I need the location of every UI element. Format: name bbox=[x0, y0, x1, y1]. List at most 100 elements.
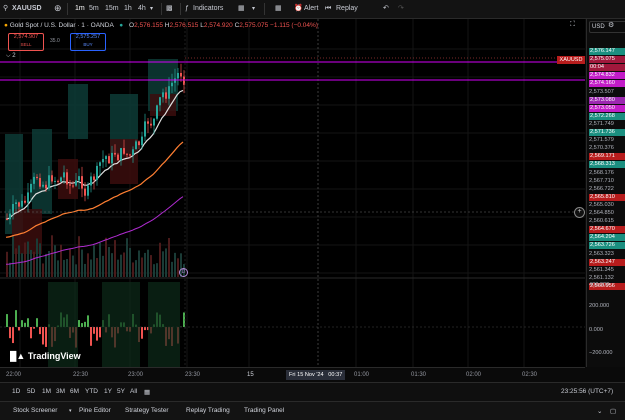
shaded-zone bbox=[68, 84, 88, 139]
indicators-button[interactable]: Indicators bbox=[193, 4, 223, 14]
time-label: 22:00 bbox=[6, 372, 21, 378]
price-label: 2,575.075 bbox=[589, 56, 625, 63]
range-5y[interactable]: 5Y bbox=[117, 388, 125, 395]
alert-button[interactable]: Alert bbox=[304, 4, 318, 14]
volume-bar bbox=[132, 262, 134, 277]
candle-body bbox=[9, 214, 11, 220]
alarm-icon[interactable]: ⏰ bbox=[294, 4, 303, 14]
tab-replay-trading[interactable]: Replay Trading bbox=[186, 407, 230, 414]
clock[interactable]: 23:25:56 (UTC+7) bbox=[561, 388, 613, 395]
sell-button[interactable]: 2,574.907 SELL bbox=[8, 33, 44, 51]
oscillator-bar bbox=[141, 327, 143, 339]
maximize-icon[interactable]: ▢ bbox=[610, 407, 616, 415]
candle-body bbox=[156, 105, 158, 118]
legend-change: −1.115 (−0.04%) bbox=[270, 22, 318, 29]
settings-icon[interactable]: ⚙ bbox=[608, 21, 614, 29]
candle-body bbox=[111, 153, 113, 163]
buy-label: BUY bbox=[71, 41, 105, 48]
volume-bar bbox=[117, 260, 119, 277]
candle-body bbox=[57, 181, 59, 182]
tab-trading-panel[interactable]: Trading Panel bbox=[244, 407, 284, 414]
oscillator-bar bbox=[96, 327, 98, 341]
range-1y[interactable]: 1Y bbox=[104, 388, 112, 395]
tab-stock-screener[interactable]: Stock Screener bbox=[13, 407, 57, 414]
dividend-marker-icon[interactable]: D bbox=[179, 268, 188, 277]
range-6m[interactable]: 6M bbox=[70, 388, 79, 395]
oscillator-bar bbox=[42, 327, 44, 344]
volume-bar bbox=[78, 236, 80, 277]
candle-body bbox=[171, 83, 173, 86]
range-1m[interactable]: 1M bbox=[42, 388, 51, 395]
search-icon[interactable]: ⚲ bbox=[3, 4, 8, 14]
templates-icon[interactable]: ▦ bbox=[238, 4, 245, 14]
timeframe-5m[interactable]: 5m bbox=[89, 4, 99, 14]
candle-body bbox=[105, 156, 107, 159]
sell-label: SELL bbox=[9, 41, 43, 48]
volume-bar bbox=[153, 264, 155, 277]
range-1d[interactable]: 1D bbox=[12, 388, 20, 395]
bar-style-icon[interactable]: ▩ bbox=[166, 4, 173, 14]
crosshair-time-label: Fri 15 Nov '24 00:37 bbox=[286, 370, 345, 380]
price-label: 2,573.080 bbox=[589, 97, 625, 104]
oscillator-bar bbox=[81, 323, 83, 327]
volume-bar bbox=[33, 252, 35, 277]
redo-icon[interactable]: ↷ bbox=[398, 4, 404, 14]
undo-icon[interactable]: ↶ bbox=[383, 4, 389, 14]
volume-bar bbox=[126, 238, 128, 277]
price-chart-canvas[interactable] bbox=[0, 19, 585, 367]
range-all[interactable]: All bbox=[130, 388, 137, 395]
chevron-down-icon[interactable]: ▾ bbox=[150, 4, 153, 14]
volume-bar bbox=[84, 264, 86, 277]
tradingview-logo[interactable]: █▲ TradingView bbox=[10, 351, 81, 361]
time-axis[interactable]: 22:00 22:30 23:00 23:30 15 01:00 01:30 0… bbox=[0, 367, 585, 382]
indicator-collapse[interactable]: ⌵ 2 bbox=[6, 53, 16, 60]
oscillator-bar bbox=[30, 327, 32, 338]
legend-title: Gold Spot / U.S. Dollar · 1 · OANDA bbox=[10, 22, 114, 29]
timeframe-15m[interactable]: 15m bbox=[105, 4, 119, 14]
oscillator-bar bbox=[45, 327, 47, 347]
range-5d[interactable]: 5D bbox=[27, 388, 35, 395]
add-symbol-icon[interactable]: ⊕ bbox=[54, 3, 62, 13]
time-label: 01:30 bbox=[411, 372, 426, 378]
volume-bar bbox=[120, 255, 122, 277]
chevron-down-icon[interactable]: ▾ bbox=[69, 408, 72, 414]
price-axis[interactable]: USD 2,576.1472,575.07500:042,574.8322,57… bbox=[586, 19, 625, 367]
main-chart[interactable]: ● Gold Spot / U.S. Dollar · 1 · OANDA ● … bbox=[0, 19, 585, 367]
compare-icon[interactable]: ▦ bbox=[275, 4, 282, 14]
time-label: 15 bbox=[247, 372, 254, 378]
volume-bar bbox=[24, 242, 26, 277]
tab-strategy-tester[interactable]: Strategy Tester bbox=[125, 407, 169, 414]
timeframe-1h[interactable]: 1h bbox=[124, 4, 132, 14]
candle-body bbox=[180, 73, 182, 76]
time-label: 22:30 bbox=[73, 372, 88, 378]
price-label: 2,567.710 bbox=[589, 178, 625, 185]
range-ytd[interactable]: YTD bbox=[85, 388, 98, 395]
symbol-search[interactable]: XAUUSD bbox=[12, 4, 42, 14]
candle-body bbox=[84, 189, 86, 196]
volume-bar bbox=[42, 263, 44, 277]
bottom-panel-bar: Stock Screener ▾ Pine Editor Strategy Te… bbox=[0, 401, 625, 420]
candle-body bbox=[42, 185, 44, 187]
collapse-icon[interactable]: ⌄ bbox=[597, 407, 602, 415]
currency-select[interactable]: USD bbox=[589, 21, 625, 33]
range-3m[interactable]: 3M bbox=[56, 388, 65, 395]
replay-button[interactable]: Replay bbox=[336, 4, 358, 14]
add-alert-icon[interactable]: + bbox=[574, 207, 585, 218]
fullscreen-icon[interactable]: ⛶ bbox=[570, 21, 575, 29]
oscillator-bar bbox=[39, 327, 41, 334]
tab-pine-editor[interactable]: Pine Editor bbox=[79, 407, 111, 414]
replay-icon[interactable]: ⏮ bbox=[325, 4, 331, 14]
price-label: 00:04 bbox=[589, 64, 625, 71]
indicators-icon[interactable]: ƒ bbox=[185, 4, 189, 14]
timeframe-1m[interactable]: 1m bbox=[75, 4, 85, 14]
candle-body bbox=[21, 201, 23, 207]
volume-bar bbox=[63, 260, 65, 277]
candle-body bbox=[114, 153, 116, 155]
buy-button[interactable]: 2,575.257 BUY bbox=[70, 33, 106, 51]
chevron-down-icon[interactable]: ⌵ bbox=[6, 53, 11, 59]
date-range-icon[interactable]: ▦ bbox=[144, 388, 150, 396]
price-label: 2,571.579 bbox=[589, 137, 625, 144]
timeframe-4h[interactable]: 4h bbox=[138, 4, 146, 14]
candle-body bbox=[63, 172, 65, 177]
chevron-down-icon[interactable]: ▾ bbox=[252, 4, 255, 14]
